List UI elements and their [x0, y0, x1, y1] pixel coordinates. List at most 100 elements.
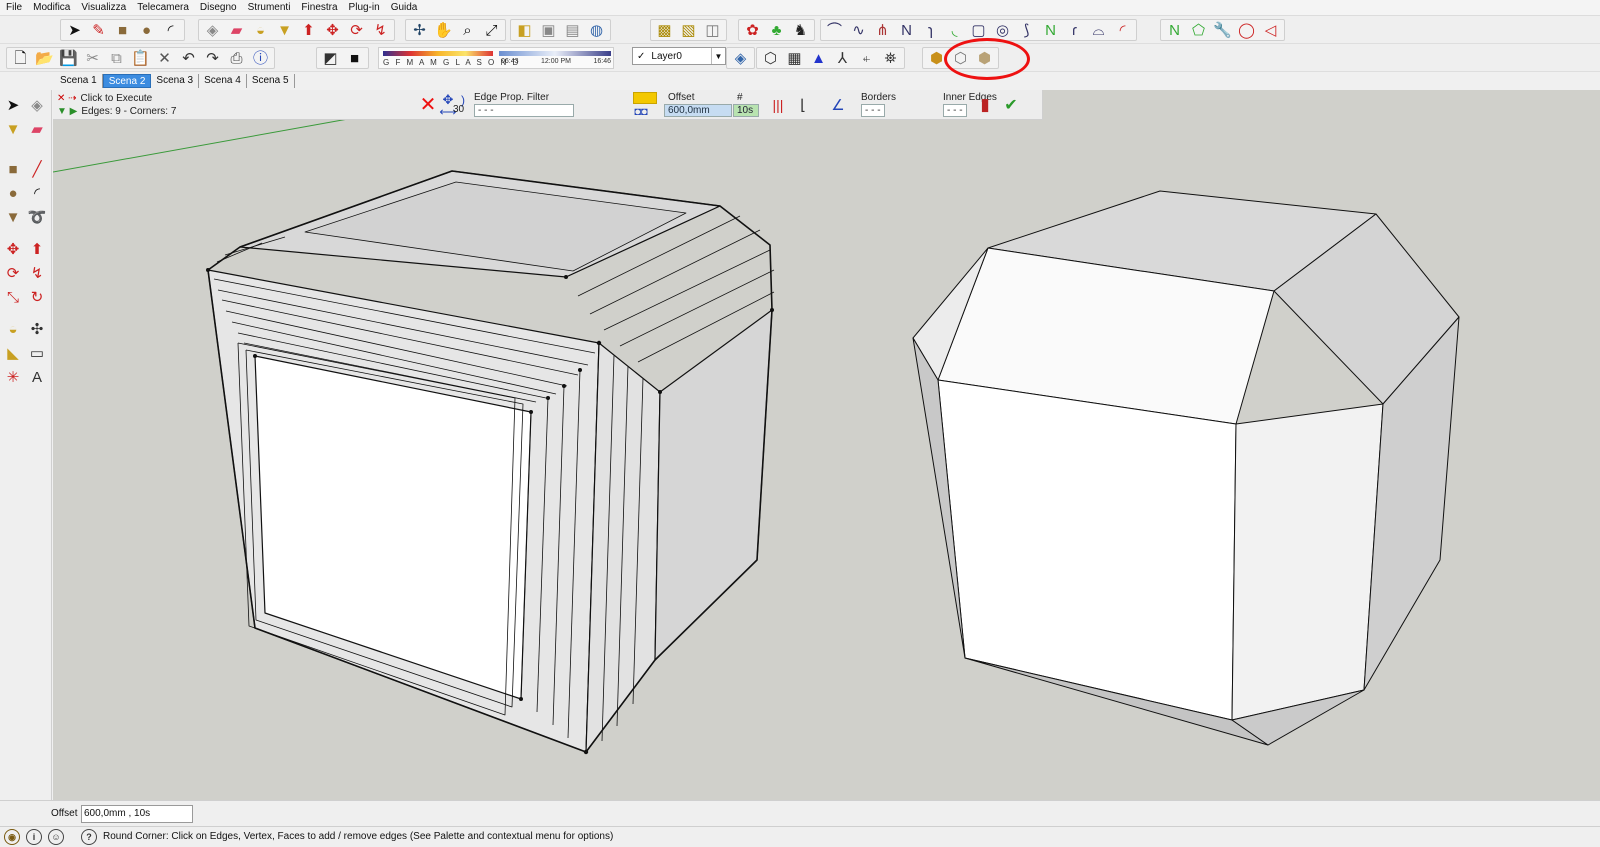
undo-icon[interactable]: ↶ [178, 48, 199, 69]
axes-tool-icon[interactable]: ✳ [2, 366, 24, 388]
dimension-tool-icon[interactable]: ✣ [26, 318, 48, 340]
curve-icon[interactable]: ɿ [920, 20, 941, 41]
freehand-icon[interactable]: ➰ [26, 206, 48, 228]
spline-icon[interactable]: ⋔ [872, 20, 893, 41]
components-browser-icon[interactable]: ⛯ [880, 48, 901, 69]
extension-icon[interactable]: ◫ [702, 20, 723, 41]
tree-icon[interactable]: ♣ [766, 20, 787, 41]
eraser-icon[interactable]: ▰ [226, 20, 247, 41]
line-tool-icon[interactable]: ╱ [26, 158, 48, 180]
menu-plugin[interactable]: Plug-in [349, 2, 380, 13]
count-field[interactable]: 10s [733, 104, 759, 117]
rotate-icon[interactable]: ⟳ [346, 20, 367, 41]
offset-field[interactable]: 600,0mm [664, 104, 732, 117]
paint-bucket-icon[interactable]: ▼ [274, 20, 295, 41]
tab-scena-3[interactable]: Scena 3 [151, 74, 200, 88]
ellipse-icon[interactable]: ◯ [1236, 20, 1257, 41]
plants-icon[interactable]: ✿ [742, 20, 763, 41]
layer-dropdown[interactable]: ✓ Layer0 ▼ [632, 47, 726, 65]
wireframe-icon[interactable]: ▦ [784, 48, 805, 69]
menu-finestra[interactable]: Finestra [301, 2, 337, 13]
shadow-toggle-icon[interactable]: ■ [344, 48, 365, 69]
tape-measure-icon[interactable]: ◒ [250, 20, 271, 41]
parallel-lines-icon[interactable]: ||| [768, 95, 788, 115]
bezier-curve-icon[interactable]: ⌒ [824, 20, 845, 41]
cancel-mark-icon[interactable]: ✕ ⇢ [57, 93, 77, 104]
red-arc-icon[interactable]: ◜ [1112, 20, 1133, 41]
menu-modifica[interactable]: Modifica [33, 2, 70, 13]
expand-triangle-icon[interactable]: ▼ ▶ [57, 106, 77, 117]
arc-green-icon[interactable]: ◟ [944, 20, 965, 41]
move-tool-icon[interactable]: ✥ [2, 238, 24, 260]
zoom-extents-icon[interactable]: ⤢ [481, 20, 502, 41]
scale-tool-icon[interactable]: ⤡ [2, 286, 24, 308]
tape-tool-icon[interactable]: ◒ [2, 318, 24, 340]
pushpull-tool-icon[interactable]: ⬆ [26, 238, 48, 260]
globe-icon[interactable]: ◍ [586, 20, 607, 41]
rectangle-icon[interactable]: ■ [112, 20, 133, 41]
profile-curve-icon[interactable]: ⌊ [793, 95, 813, 115]
tab-scena-1[interactable]: Scena 1 [55, 74, 103, 88]
borders-field[interactable]: - - - [861, 104, 885, 117]
shadow-settings-icon[interactable]: ◩ [320, 48, 341, 69]
menu-strumenti[interactable]: Strumenti [248, 2, 291, 13]
exit-door-icon[interactable]: ▮ [975, 95, 995, 115]
menu-visualizza[interactable]: Visualizza [81, 2, 126, 13]
display-section-icon[interactable]: ▣ [538, 20, 559, 41]
geo-location-icon[interactable]: ◉ [4, 829, 20, 845]
open-folder-icon[interactable]: 📂 [34, 48, 55, 69]
pan-hand-icon[interactable]: ✋ [433, 20, 454, 41]
circle-icon[interactable]: ● [136, 20, 157, 41]
angle-icon[interactable]: ∠ [828, 95, 848, 115]
shadow-date-time-slider[interactable]: G F M A M G L A S O N D 06:43 12:00 PM 1… [378, 47, 614, 69]
cancel-icon[interactable]: ✕ [418, 94, 438, 116]
menu-guida[interactable]: Guida [391, 2, 418, 13]
paint-icon[interactable]: ▼ [2, 118, 24, 140]
user-icon[interactable]: ☺ [48, 829, 64, 845]
new-file-icon[interactable]: 🗋 [10, 48, 31, 69]
menu-telecamera[interactable]: Telecamera [137, 2, 189, 13]
3d-text-icon[interactable]: A [26, 366, 48, 388]
xray-icon[interactable]: ⬡ [760, 48, 781, 69]
share-model-icon[interactable]: ▧ [678, 20, 699, 41]
chevron-down-icon[interactable]: ▼ [711, 48, 725, 64]
zoom-icon[interactable]: ⌕ [457, 20, 478, 41]
validate-check-icon[interactable]: ✔ [1001, 95, 1021, 115]
print-icon[interactable]: ⎙ [226, 48, 247, 69]
rectangle-tool-icon[interactable]: ■ [2, 158, 24, 180]
components-icon[interactable]: ▩ [654, 20, 675, 41]
polygon-tool-icon[interactable]: ▼ [2, 206, 24, 228]
toggle-squares-icon[interactable]: ◘◘ [631, 102, 651, 122]
zigzag-icon[interactable]: N [1040, 20, 1061, 41]
copy-icon[interactable]: ⧉ [106, 48, 127, 69]
view-icon[interactable]: ▤ [562, 20, 583, 41]
arc-icon[interactable]: ◜ [160, 20, 181, 41]
spiral-icon[interactable]: ◎ [992, 20, 1013, 41]
inner-edges-field[interactable]: - - - [943, 104, 967, 117]
make-component-icon[interactable]: ◈ [202, 20, 223, 41]
info-icon[interactable]: ⓘ [250, 48, 271, 69]
pyramid-icon[interactable]: ▲ [808, 48, 829, 69]
edge-filter-field[interactable]: - - - [474, 104, 574, 117]
credits-icon[interactable]: i [26, 829, 42, 845]
layer-manager-icon[interactable]: ◈ [730, 48, 751, 69]
menu-disegno[interactable]: Disegno [200, 2, 237, 13]
figure-icon[interactable]: ♞ [790, 20, 811, 41]
move-icon[interactable]: ✥ [322, 20, 343, 41]
hook-icon[interactable]: ɾ [1064, 20, 1085, 41]
follow-me-icon[interactable]: ↯ [370, 20, 391, 41]
tab-scena-5[interactable]: Scena 5 [247, 74, 295, 88]
menu-file[interactable]: File [6, 2, 22, 13]
component-icon[interactable]: ◈ [26, 94, 48, 116]
tangent-icon[interactable]: ◁ [1260, 20, 1281, 41]
pencil-line-icon[interactable]: ✎ [88, 20, 109, 41]
tab-scena-2[interactable]: Scena 2 [102, 74, 152, 88]
tab-scena-4[interactable]: Scena 4 [199, 74, 247, 88]
catmull-icon[interactable]: Ν [896, 20, 917, 41]
pin-icon[interactable]: ⍅ [856, 48, 877, 69]
fillet-icon[interactable]: ⟆ [1016, 20, 1037, 41]
delete-icon[interactable]: ✕ [154, 48, 175, 69]
offset-tool-icon[interactable]: ↻ [26, 286, 48, 308]
green-zigzag-icon[interactable]: Ν [1164, 20, 1185, 41]
polygon-icon[interactable]: ⬠ [1188, 20, 1209, 41]
